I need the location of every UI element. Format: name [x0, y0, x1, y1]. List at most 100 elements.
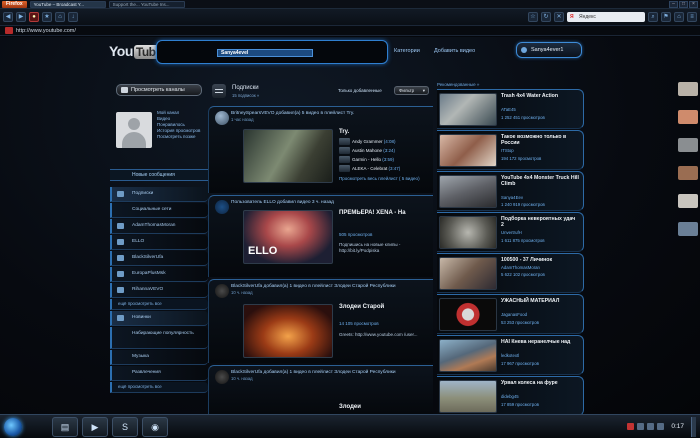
tray-flag-icon[interactable] [637, 423, 645, 430]
browser-tab-youtube[interactable]: YouTube – Broadcast Y... [29, 0, 106, 8]
recommended-thumbnail[interactable] [439, 339, 497, 372]
browser-tab-2[interactable]: Support the... YouTube Ins... [108, 0, 185, 8]
edge-thumbnail[interactable] [678, 222, 698, 236]
sidebar-item-social[interactable]: Социальные сети [110, 203, 208, 218]
playlist-item[interactable]: ALEKA - Celebrat (3:47) [339, 164, 431, 173]
recommended-thumbnail[interactable] [439, 175, 497, 208]
recommended-video[interactable]: YouTube 4x4 Monster Truck Hill Climb San… [437, 171, 584, 211]
video-thumbnail[interactable] [243, 129, 333, 183]
show-desktop-button[interactable] [691, 416, 696, 437]
recommended-video[interactable]: УЖАСНЫЙ МАТЕРИАЛ JaganasFood 53 253 прос… [437, 294, 584, 334]
feed-item-activity[interactable]: BlackSilverUfa добавил(а) 1 видео в плей… [231, 370, 431, 383]
feed-item-activity[interactable]: BritneySpearsVEVO добавил(а) 5 видео в п… [231, 111, 431, 124]
feed-item-activity[interactable]: Пользователь ELLO добавил видео 3 ч. наз… [231, 200, 431, 206]
recommended-video[interactable]: Такое возможно только в России ITStop 19… [437, 130, 584, 170]
stop-icon[interactable]: ✕ [554, 12, 564, 22]
skype-icon[interactable]: S [112, 416, 138, 437]
search-input[interactable]: Sanya4evel [217, 49, 313, 57]
new-messages-button[interactable]: Новые сообщения [110, 169, 208, 181]
clock[interactable]: 0:17 [671, 423, 684, 430]
minimize-icon[interactable]: – [669, 0, 678, 8]
firefox-menu-button[interactable]: Firefox [2, 0, 27, 8]
video-title[interactable]: Злодеи [339, 404, 431, 411]
folder-icon[interactable]: ▤ [52, 416, 78, 437]
recommended-video[interactable]: Урвал колеса на фуре didebg45 17 859 про… [437, 376, 584, 414]
channel-avatar[interactable] [215, 200, 229, 214]
edge-thumbnail[interactable] [678, 194, 698, 208]
video-title[interactable]: Try. [339, 129, 431, 136]
video-thumbnail[interactable]: ELLO [243, 210, 333, 264]
recommended-title[interactable]: HAI Кнева неранелчые над [501, 339, 579, 345]
sidebar-item-new[interactable]: Новинки [110, 311, 208, 326]
recommended-channel[interactable]: didebg45 [501, 394, 579, 399]
url-text[interactable]: http://www.youtube.com/ [16, 28, 76, 34]
star-icon[interactable]: ☆ [528, 12, 538, 22]
recommended-video[interactable]: HAI Кнева неранелчые над ledkotextl 17 9… [437, 335, 584, 375]
categories-link[interactable]: Категории [394, 48, 420, 54]
more-subscriptions-link[interactable]: ещё просмотреть все [110, 299, 208, 310]
edge-thumbnail[interactable] [678, 138, 698, 152]
home-page-icon[interactable]: ⌂ [674, 12, 684, 22]
address-bar[interactable]: http://www.youtube.com/ [0, 26, 700, 36]
home-icon[interactable]: ⌂ [55, 12, 65, 22]
view-all-playlist-link[interactable]: Просмотреть весь плейлист ( 5 видео) [339, 176, 429, 182]
recommended-thumbnail[interactable] [439, 93, 497, 126]
close-icon[interactable]: × [689, 0, 698, 8]
playlist-item[interactable]: Andy Grammer (4:08) [339, 137, 431, 146]
recommended-channel[interactable]: ledkotextl [501, 353, 579, 358]
recommended-title[interactable]: Trash 4x4 Water Action [501, 93, 579, 99]
sidebar-item-music[interactable]: Музыка [110, 350, 208, 365]
watch-later-link[interactable]: Посмотреть позже [157, 134, 207, 140]
network-icon[interactable] [647, 423, 655, 430]
channel-avatar[interactable] [215, 284, 229, 298]
only-uploads-toggle[interactable]: Только добавленные [338, 88, 382, 93]
back-icon[interactable]: ◀ [3, 12, 13, 22]
sidebar-item-channel[interactable]: ELLO [110, 235, 208, 250]
sidebar-item-channel[interactable]: AdamThomasMoran [110, 219, 208, 234]
volume-icon[interactable] [657, 423, 665, 430]
edge-thumbnail[interactable] [678, 110, 698, 124]
recommended-title[interactable]: Подборка невероятных удач 2 [501, 216, 579, 229]
recommended-title[interactable]: YouTube 4x4 Monster Truck Hill Climb [501, 175, 579, 188]
playlist-item[interactable]: Austin Mahone (3:24) [339, 146, 431, 155]
sidebar-item-trending[interactable]: Набирающие популярность [110, 327, 208, 349]
bookmark-icon[interactable]: ★ [42, 12, 52, 22]
recommended-title[interactable]: УЖАСНЫЙ МАТЕРИАЛ [501, 298, 579, 304]
media-player-icon[interactable]: ▶ [82, 416, 108, 437]
recommended-channel[interactable]: ITStop [501, 148, 579, 153]
tray-app-icon[interactable] [627, 423, 635, 430]
recommended-thumbnail[interactable] [439, 298, 497, 331]
upload-link[interactable]: Добавить видео [434, 48, 475, 54]
video-thumbnail[interactable] [243, 304, 333, 358]
more-categories-link[interactable]: ещё просмотреть все [110, 382, 208, 393]
channel-avatar[interactable] [215, 370, 229, 384]
pin-icon[interactable]: ⚑ [661, 12, 671, 22]
addon-icon[interactable]: ● [29, 12, 39, 22]
recommended-video[interactable]: Trash 4x4 Water Action ATaE45 1 252 451 … [437, 89, 584, 129]
recommended-channel[interactable]: ATaE45 [501, 107, 579, 112]
reload-icon[interactable]: ↻ [541, 12, 551, 22]
feed-item-activity[interactable]: BlackSilverUfa добавил(а) 1 видео в плей… [231, 284, 431, 297]
recommended-thumbnail[interactable] [439, 216, 497, 249]
feed-subtitle[interactable]: 15 подписок » [232, 93, 259, 98]
video-title[interactable]: ПРЕМЬЕРА! XENA - На [339, 210, 431, 217]
start-button[interactable] [4, 417, 22, 436]
avatar[interactable] [116, 112, 152, 148]
recommended-title[interactable]: Урвал колеса на фуре [501, 380, 579, 386]
recommended-channel[interactable]: JaganasFood [501, 312, 579, 317]
filter-dropdown[interactable]: Фильтр [394, 86, 429, 95]
search-icon[interactable]: ⌕ [648, 12, 658, 22]
browse-channels-button[interactable]: Просмотреть каналы [116, 84, 202, 96]
recommended-channel[interactable]: AdamThomasMoran [501, 265, 579, 270]
recommended-channel[interactable]: UnvertrufH [501, 230, 579, 235]
firefox-icon[interactable]: ◉ [142, 416, 168, 437]
recommended-thumbnail[interactable] [439, 134, 497, 167]
recommended-thumbnail[interactable] [439, 380, 497, 413]
edge-thumbnail[interactable] [678, 82, 698, 96]
sidebar-item-channel[interactable]: EuropaPlusMsk [110, 267, 208, 282]
account-button[interactable]: Sanya4ever1 [516, 42, 582, 58]
sidebar-item-subscriptions[interactable]: Подписки [110, 187, 208, 202]
yandex-search-input[interactable]: Яндекс [567, 12, 645, 22]
recommended-thumbnail[interactable] [439, 257, 497, 290]
menu-icon[interactable]: ≡ [687, 12, 697, 22]
